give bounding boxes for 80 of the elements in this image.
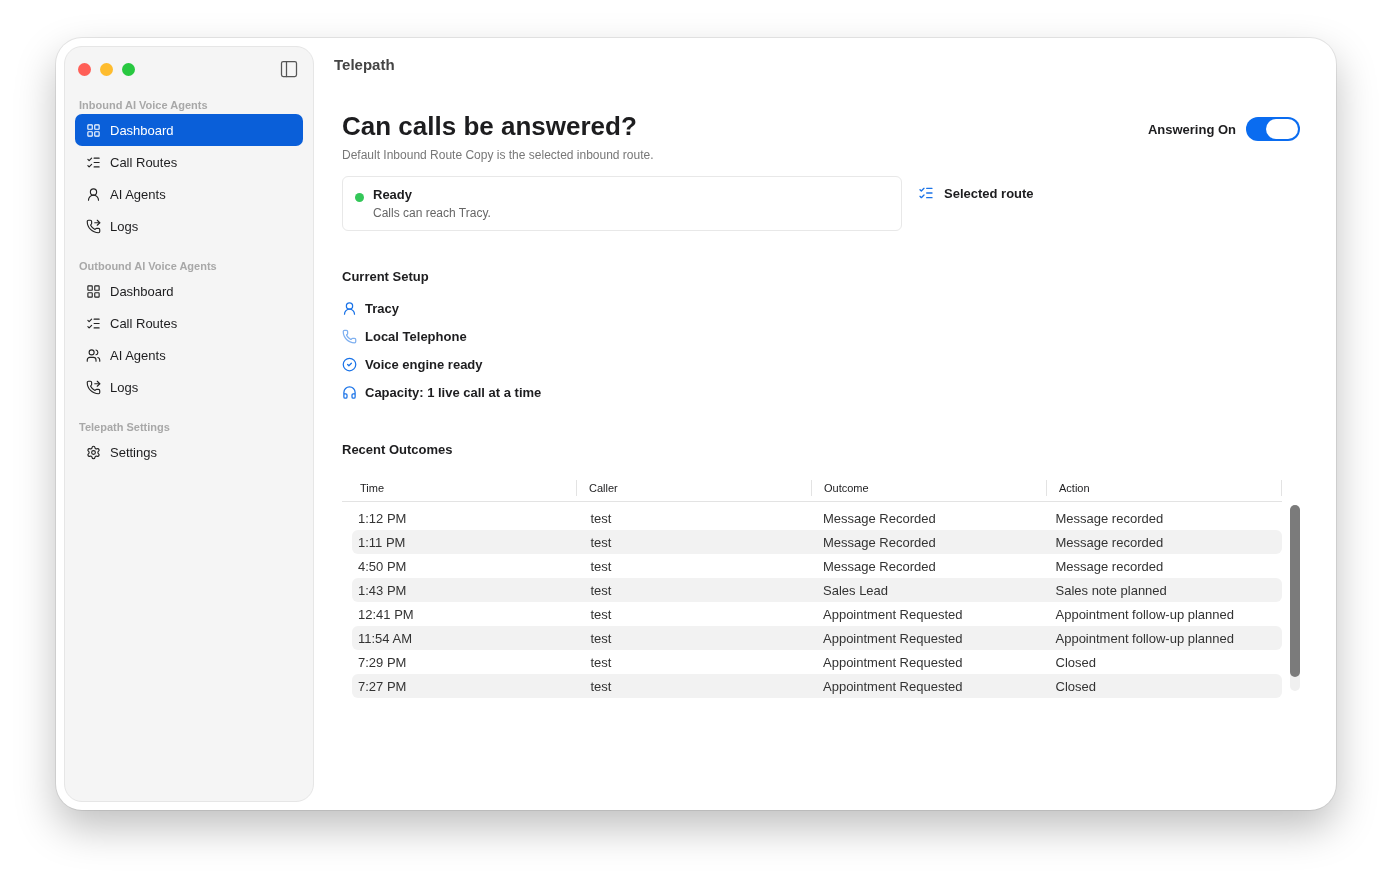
headphones-icon xyxy=(342,384,357,400)
sidebar-item[interactable]: Settings xyxy=(75,436,303,468)
table-cell-text: test xyxy=(589,534,613,550)
table-cell-text: Message Recorded xyxy=(822,534,937,550)
table-cell-text: test xyxy=(589,606,613,622)
phone-icon xyxy=(86,379,101,395)
sidebar-item[interactable]: Dashboard xyxy=(75,114,303,146)
column-header[interactable]: Caller xyxy=(577,480,812,496)
minimize-button[interactable] xyxy=(100,62,113,76)
sidebar-item[interactable]: AI Agents xyxy=(75,339,303,371)
table-cell-text: test xyxy=(589,582,613,598)
table-cell-text: test xyxy=(589,510,613,526)
table-cell-text: Message recorded xyxy=(1054,510,1165,526)
selected-route-label: Selected route xyxy=(944,185,1034,201)
section-heading: Recent Outcomes xyxy=(342,442,454,457)
sidebar-heading: Inbound AI Voice Agents xyxy=(78,98,209,113)
page-title: Can calls be answered? xyxy=(342,111,638,142)
phone-icon xyxy=(342,328,357,344)
setup-item: Local Telephone xyxy=(365,328,467,344)
status-title: Ready xyxy=(373,187,414,202)
table-cell-text: Appointment follow-up planned xyxy=(1054,630,1235,646)
sidebar-item[interactable]: Logs xyxy=(75,210,303,242)
table-cell-text: Message Recorded xyxy=(822,558,937,574)
table-cell-text: 4:50 PM xyxy=(357,558,408,574)
answering-toggle[interactable] xyxy=(1246,117,1300,141)
table-cell-text: test xyxy=(589,678,613,694)
checklist-icon xyxy=(86,315,101,331)
table-cell-text: 1:12 PM xyxy=(357,510,408,526)
table-cell-text: 1:11 PM xyxy=(357,534,407,550)
status-text: Calls can reach Tracy. xyxy=(373,206,491,220)
column-header[interactable]: Outcome xyxy=(812,480,1047,496)
table-cell-text: test xyxy=(589,654,613,670)
close-button[interactable] xyxy=(78,62,91,76)
check-circle-icon xyxy=(342,356,357,372)
grid-icon xyxy=(86,283,101,299)
sidebar-toggle-icon[interactable] xyxy=(279,59,299,79)
table-cell-text: Appointment Requested xyxy=(822,630,964,646)
grid-icon xyxy=(86,122,101,138)
table-cell-text: Appointment follow-up planned xyxy=(1054,606,1235,622)
section-heading: Current Setup xyxy=(342,269,430,284)
table-cell-text: test xyxy=(589,630,613,646)
table-cell-text: Sales Lead xyxy=(822,582,890,598)
zoom-button[interactable] xyxy=(122,62,135,76)
setup-item: Capacity: 1 live call at a time xyxy=(365,384,542,400)
table-cell-text: Message recorded xyxy=(1054,558,1165,574)
table-cell-text: Appointment Requested xyxy=(822,606,964,622)
window-title: Telepath xyxy=(334,56,396,73)
checklist-icon xyxy=(86,154,101,170)
table-cell-text: Sales note planned xyxy=(1054,582,1168,598)
person-icon xyxy=(86,186,101,202)
table-cell-text: Appointment Requested xyxy=(822,654,964,670)
table-cell-text: Message recorded xyxy=(1054,534,1165,550)
sidebar-item[interactable]: Dashboard xyxy=(75,275,303,307)
sidebar-item[interactable]: Call Routes xyxy=(75,146,303,178)
table-cell-text: 1:43 PM xyxy=(357,582,408,598)
table-cell-text: 7:29 PM xyxy=(357,654,408,670)
page-subtitle: Default Inbound Route Copy is the selected inbound route. xyxy=(342,148,654,162)
setup-item: Tracy xyxy=(365,300,399,316)
sidebar-item[interactable]: Call Routes xyxy=(75,307,303,339)
table-cell-text: Message Recorded xyxy=(822,510,937,526)
table-cell-text: 12:41 PM xyxy=(357,606,415,622)
sidebar-item[interactable]: AI Agents xyxy=(75,178,303,210)
phone-icon xyxy=(86,218,101,234)
table-cell-text: 11:54 AM xyxy=(357,630,413,646)
sidebar-heading: Outbound AI Voice Agents xyxy=(78,259,218,274)
sidebar-heading: Telepath Settings xyxy=(78,420,171,435)
table-cell-text: Closed xyxy=(1054,678,1097,694)
checklist-icon xyxy=(918,185,934,201)
person-icon xyxy=(342,300,357,316)
sidebar-item[interactable]: Logs xyxy=(75,371,303,403)
column-header[interactable]: Time xyxy=(342,480,577,496)
settings-icon xyxy=(86,444,101,460)
toggle-label: Answering On xyxy=(1147,121,1236,137)
table-cell-text: test xyxy=(589,558,613,574)
setup-item: Voice engine ready xyxy=(365,356,483,372)
table-cell-text: Closed xyxy=(1054,654,1097,670)
table-cell-text: Appointment Requested xyxy=(822,678,964,694)
table-cell-text: 7:27 PM xyxy=(357,678,408,694)
people-icon xyxy=(86,347,101,363)
column-header[interactable]: Action xyxy=(1047,480,1282,496)
